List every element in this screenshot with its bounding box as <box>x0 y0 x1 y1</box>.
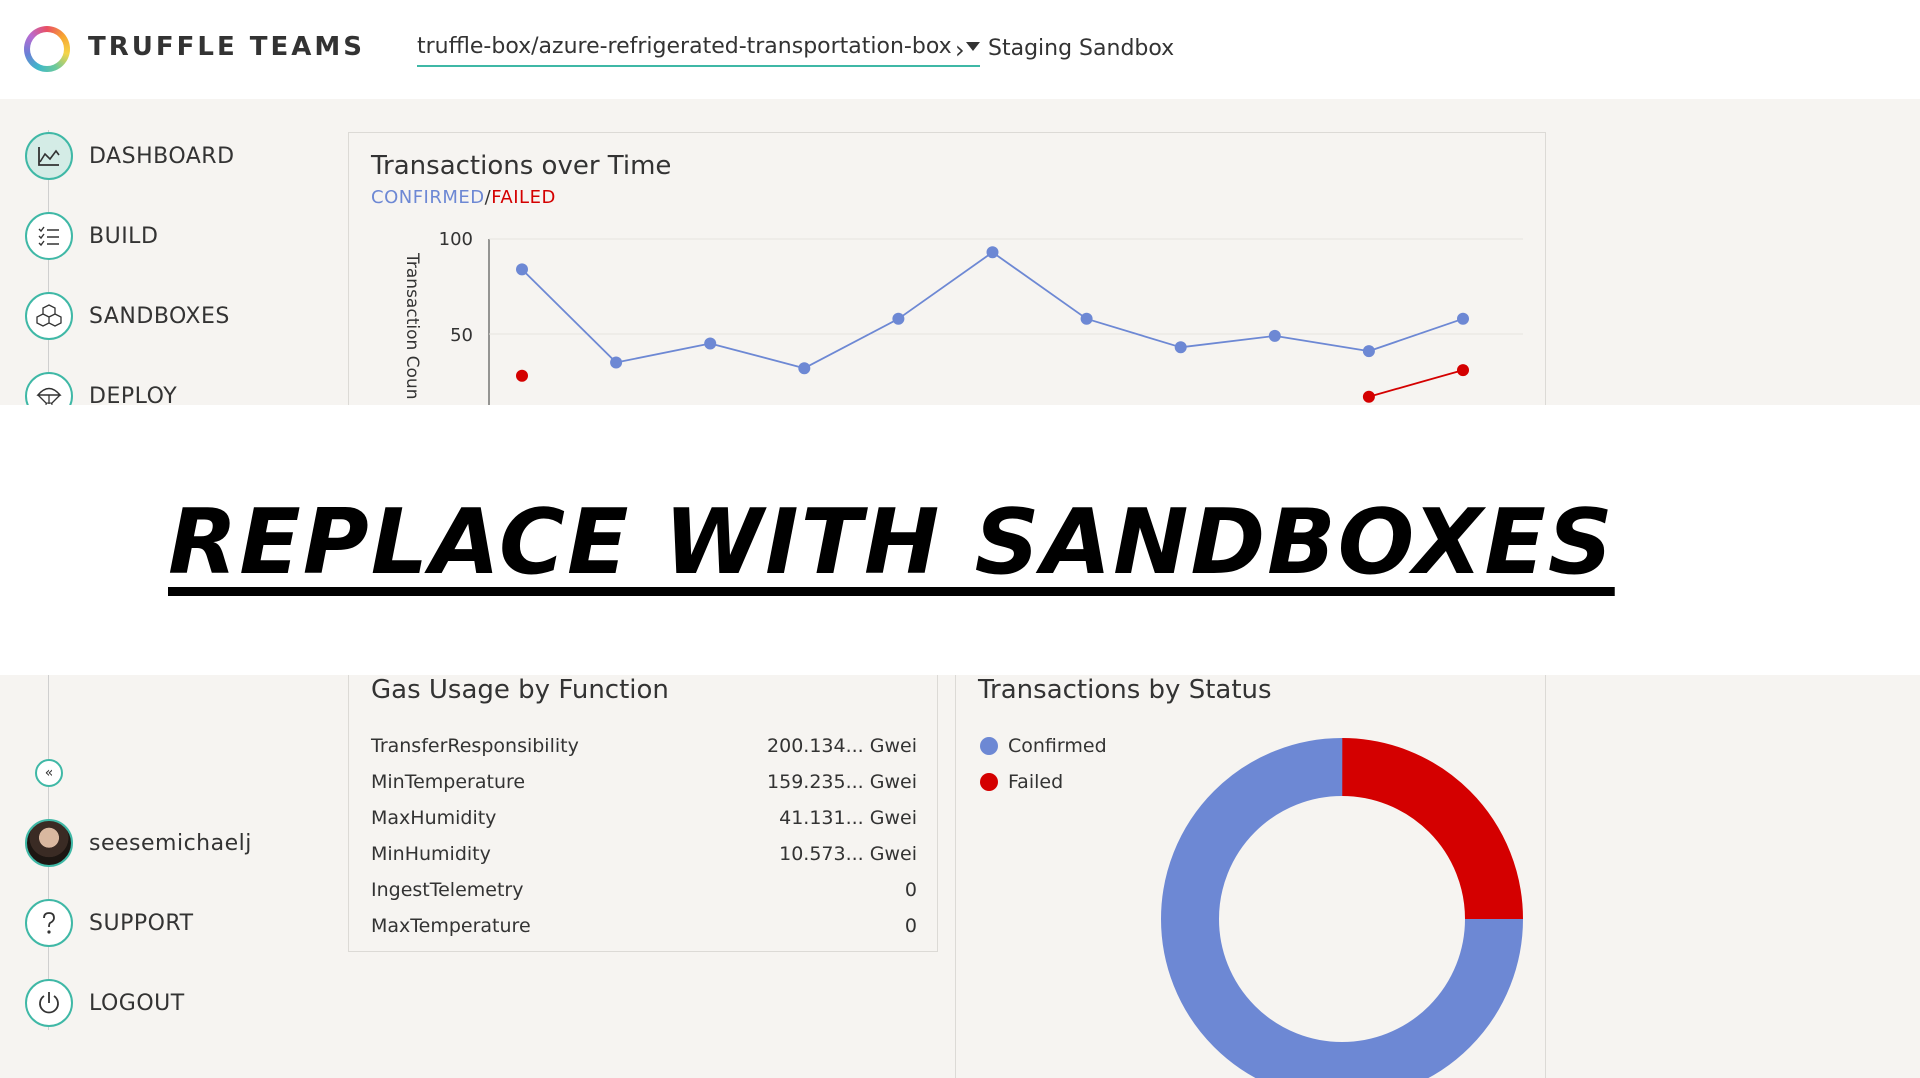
data-point-failed[interactable] <box>516 369 528 382</box>
series-line-confirmed <box>521 268 617 364</box>
checklist-icon <box>25 212 73 260</box>
function-name: TransferResponsibility <box>371 735 579 757</box>
data-point-confirmed[interactable] <box>1080 312 1093 325</box>
breadcrumb-sandbox[interactable]: Staging Sandbox <box>988 36 1174 61</box>
status-panel: Transactions by Status Confirmed Failed <box>955 652 1546 1078</box>
avatar <box>25 819 73 867</box>
series-line-confirmed <box>1086 317 1181 349</box>
brand-name[interactable]: TRUFFLE TEAMS <box>88 32 365 62</box>
top-bar: TRUFFLE TEAMS truffle-box/azure-refriger… <box>0 0 1920 99</box>
data-point-confirmed[interactable] <box>1362 345 1375 358</box>
function-name: MaxTemperature <box>371 915 531 937</box>
gas-value: 159.235... Gwei <box>767 771 917 793</box>
user-profile[interactable]: seesemichaelj <box>25 819 252 867</box>
series-line-confirmed <box>897 251 994 320</box>
repo-name: truffle-box/azure-refrigerated-transport… <box>417 34 952 59</box>
data-point-confirmed[interactable] <box>516 263 528 276</box>
sidebar-item-label: DASHBOARD <box>89 143 235 169</box>
chevron-right-icon: › <box>955 36 965 64</box>
data-point-confirmed[interactable] <box>986 246 999 259</box>
gas-title: Gas Usage by Function <box>371 675 669 705</box>
data-point-confirmed[interactable] <box>610 356 623 369</box>
gas-value: 41.131... Gwei <box>779 807 917 829</box>
power-icon <box>25 979 73 1027</box>
sidebar-item-label: LOGOUT <box>89 990 185 1016</box>
gas-value: 0 <box>904 915 917 937</box>
data-point-confirmed[interactable] <box>892 312 905 325</box>
caret-down-icon <box>965 42 980 51</box>
table-row[interactable]: MaxTemperature 0 <box>371 915 917 937</box>
series-line-confirmed <box>1368 317 1464 352</box>
banner-text: REPLACE WITH SANDBOXES <box>168 490 1615 595</box>
data-point-confirmed[interactable] <box>798 362 811 375</box>
transactions-line-chart: 100 50 Transaction Coun <box>402 229 1523 431</box>
data-point-confirmed[interactable] <box>704 337 717 350</box>
gas-value: 200.134... Gwei <box>767 735 917 757</box>
sidebar-item-logout[interactable]: LOGOUT <box>25 979 185 1027</box>
gas-usage-panel: Gas Usage by Function TransferResponsibi… <box>348 652 938 952</box>
function-name: IngestTelemetry <box>371 879 524 901</box>
y-tick-50: 50 <box>450 325 473 346</box>
function-name: MinHumidity <box>371 843 491 865</box>
transactions-chart-panel: Transactions over Time CONFIRMED/FAILED … <box>348 132 1546 432</box>
chart-icon <box>25 132 73 180</box>
table-row[interactable]: IngestTelemetry 0 <box>371 879 917 901</box>
y-tick-100: 100 <box>439 229 473 250</box>
data-point-confirmed[interactable] <box>1457 312 1469 325</box>
help-icon <box>25 899 73 947</box>
sidebar-item-label: SUPPORT <box>89 910 194 936</box>
series-line-confirmed <box>1274 335 1370 352</box>
sidebar-item-build[interactable]: BUILD <box>25 212 158 260</box>
series-line-confirmed <box>709 342 805 370</box>
sidebar-item-support[interactable]: SUPPORT <box>25 899 194 947</box>
username: seesemichaelj <box>89 830 252 856</box>
series-line-confirmed <box>1180 335 1275 349</box>
function-name: MaxHumidity <box>371 807 497 829</box>
series-line-confirmed <box>803 318 899 369</box>
truffle-logo-icon[interactable] <box>24 26 70 72</box>
sidebar-item-label: SANDBOXES <box>89 303 230 329</box>
repo-selector[interactable]: truffle-box/azure-refrigerated-transport… <box>417 34 980 67</box>
data-point-confirmed[interactable] <box>1268 329 1281 342</box>
gas-value: 10.573... Gwei <box>779 843 917 865</box>
collapse-sidebar-icon[interactable]: « <box>35 759 63 787</box>
table-row[interactable]: MinHumidity 10.573... Gwei <box>371 843 917 865</box>
function-name: MinTemperature <box>371 771 526 793</box>
table-row[interactable]: MaxHumidity 41.131... Gwei <box>371 807 917 829</box>
sidebar-item-sandboxes[interactable]: SANDBOXES <box>25 292 230 340</box>
gas-value: 0 <box>904 879 917 901</box>
y-axis-label: Transaction Coun <box>402 252 422 399</box>
cubes-icon <box>25 292 73 340</box>
series-line-failed <box>1368 369 1464 398</box>
status-donut-chart <box>1161 738 1523 1078</box>
series-line-confirmed <box>615 342 711 364</box>
data-point-confirmed[interactable] <box>1174 341 1187 354</box>
sidebar-item-dashboard[interactable]: DASHBOARD <box>25 132 235 180</box>
sidebar-item-label: BUILD <box>89 223 159 249</box>
data-point-failed[interactable] <box>1362 390 1375 403</box>
table-row[interactable]: MinTemperature 159.235... Gwei <box>371 771 917 793</box>
data-point-failed[interactable] <box>1457 364 1469 377</box>
table-row[interactable]: TransferResponsibility 200.134... Gwei <box>371 735 917 757</box>
series-line-confirmed <box>991 251 1088 320</box>
